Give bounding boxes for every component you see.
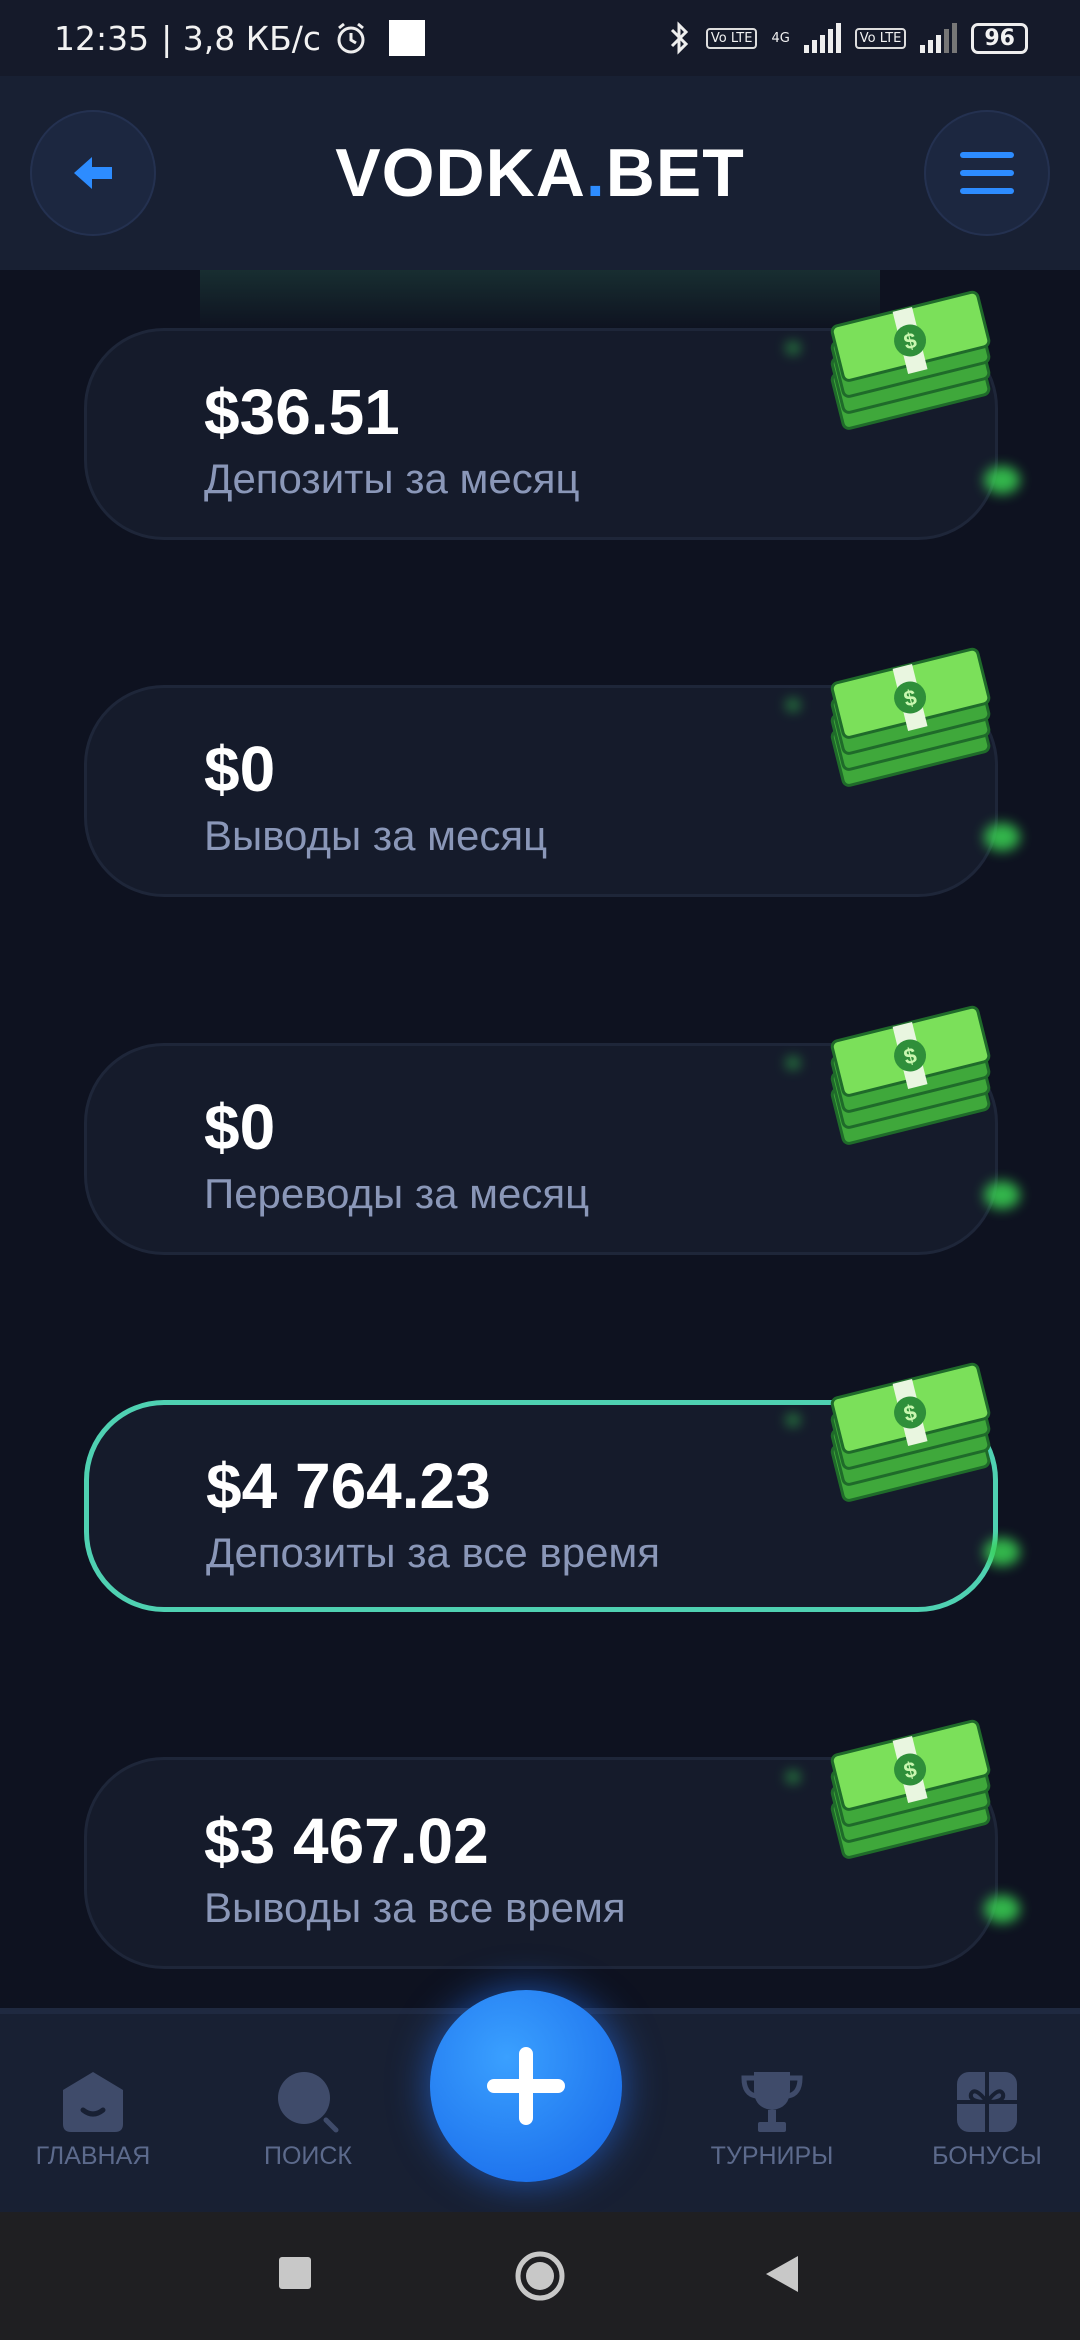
nav-bonuses[interactable]: БОНУСЫ [897, 2068, 1077, 2171]
banner-background [200, 270, 880, 330]
money-stack-icon: $ [822, 1715, 1002, 1865]
alarm-icon [337, 22, 365, 54]
status-bar: 12:35 | 3,8 КБ/с Vo LTE 4G Vo LTE 96 [0, 0, 1080, 76]
app-header: VODKA.BET [0, 76, 1080, 270]
deposit-fab-button[interactable] [430, 1990, 622, 2182]
home-icon [63, 2072, 123, 2132]
system-navigation-bar [0, 2212, 1080, 2340]
money-stack-icon: $ [822, 1358, 1002, 1508]
sparkle-decoration [786, 1057, 800, 1069]
sparkle-decoration [984, 1181, 1020, 1209]
sparkle-decoration [786, 699, 800, 711]
stat-label: Выводы за все время [204, 1884, 626, 1931]
status-time: 12:35 [54, 18, 150, 58]
sparkle-decoration [984, 466, 1020, 494]
stat-label: Выводы за месяц [204, 812, 548, 859]
nav-search-label: ПОИСК [263, 2142, 352, 2170]
network-type: 4G [771, 30, 790, 46]
battery-indicator: 96 [971, 22, 1028, 54]
signal-icon-2 [920, 23, 958, 53]
menu-button[interactable] [924, 110, 1050, 236]
money-stack-icon: $ [822, 1001, 1002, 1151]
hamburger-icon [960, 152, 1014, 194]
sparkle-decoration [984, 1895, 1020, 1923]
plus-icon [487, 2047, 565, 2125]
search-icon [278, 2072, 339, 2133]
stat-label: Переводы за месяц [204, 1170, 590, 1217]
nav-search[interactable]: ПОИСК [218, 2068, 398, 2171]
sparkle-decoration [786, 342, 800, 354]
sparkle-decoration [984, 1538, 1020, 1566]
nav-bonuses-label: БОНУСЫ [932, 2142, 1042, 2170]
gift-icon [957, 2072, 1017, 2132]
stat-label: Депозиты за все время [206, 1529, 661, 1576]
sparkle-decoration [786, 1771, 800, 1783]
brand-logo[interactable]: VODKA.BET [0, 134, 1080, 212]
status-network-speed: | 3,8 КБ/с [161, 18, 322, 58]
signal-icon-1 [803, 23, 841, 53]
home-circle-icon[interactable] [514, 2250, 566, 2302]
trophy-icon [741, 2072, 803, 2132]
notification-square-icon [389, 20, 426, 56]
stat-label: Депозиты за месяц [204, 455, 580, 502]
nav-tournaments-label: ТУРНИРЫ [710, 2142, 834, 2170]
sparkle-decoration [786, 1414, 800, 1426]
bluetooth-icon [670, 21, 688, 55]
nav-home[interactable]: ГЛАВНАЯ [3, 2068, 183, 2171]
money-stack-icon: $ [822, 643, 1002, 793]
money-stack-icon: $ [822, 286, 1002, 436]
stat-amount: $4 764.23 [206, 1450, 491, 1522]
sparkle-decoration [984, 823, 1020, 851]
nav-tournaments[interactable]: ТУРНИРЫ [682, 2068, 862, 2171]
stat-amount: $36.51 [204, 376, 400, 448]
stat-amount: $0 [204, 1091, 276, 1163]
volte-badge-1: Vo LTE [705, 27, 758, 49]
back-triangle-icon[interactable] [764, 2254, 800, 2294]
nav-home-label: ГЛАВНАЯ [35, 2142, 151, 2170]
stat-amount: $0 [204, 733, 276, 805]
stat-amount: $3 467.02 [204, 1805, 489, 1877]
recent-apps-icon[interactable] [278, 2256, 312, 2290]
volte-badge-2: Vo LTE [854, 27, 907, 49]
